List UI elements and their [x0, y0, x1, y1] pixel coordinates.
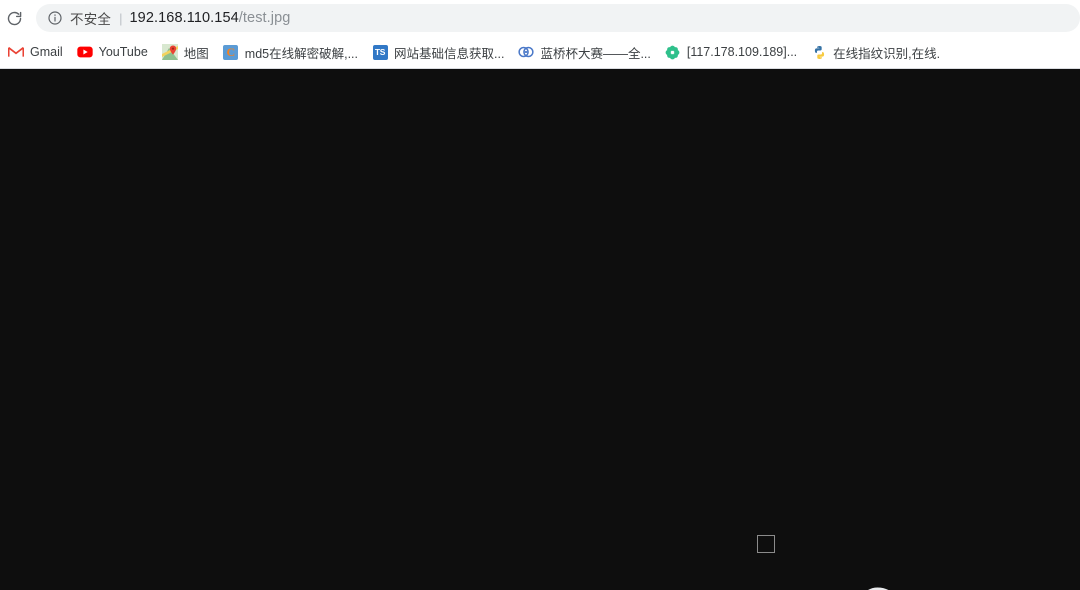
bookmark-label: 地图: [183, 46, 209, 61]
wechat-logo-icon: [860, 585, 912, 590]
browser-toolbar: 不安全 | 192.168.110.154/test.jpg: [0, 0, 1080, 36]
python-icon: [811, 44, 827, 60]
bookmark-label: 蓝桥杯大赛——全...: [540, 46, 651, 61]
bookmark-site-info[interactable]: TS 网站基础信息获取...: [366, 40, 510, 64]
bookmark-gmail[interactable]: Gmail: [2, 40, 69, 64]
gmail-icon: [8, 44, 24, 60]
md5-site-icon: C: [223, 44, 239, 60]
omnibox-separator: |: [119, 10, 123, 26]
info-circle-icon[interactable]: [46, 9, 64, 27]
url-host: 192.168.110.154: [129, 10, 239, 26]
broken-image-icon: [757, 535, 775, 553]
address-bar[interactable]: 不安全 | 192.168.110.154/test.jpg: [36, 4, 1080, 32]
url-path: /test.jpg: [238, 10, 291, 26]
bookmark-youtube[interactable]: YouTube: [71, 40, 154, 64]
green-flower-icon: [665, 44, 681, 60]
google-maps-icon: [161, 44, 178, 60]
reload-button[interactable]: [0, 4, 28, 32]
image-viewer-content: 猪猪谈安全 CSDN @程序员小5 CSDN @程序员云动128: [0, 68, 1080, 590]
youtube-icon: [76, 44, 93, 60]
bookmark-label: 在线指纹识别,在线.: [833, 46, 941, 61]
reload-icon: [6, 10, 23, 27]
bookmark-ip-address[interactable]: [117.178.109.189]...: [659, 40, 803, 64]
bookmark-label: 网站基础信息获取...: [394, 46, 505, 61]
browser-window: 不安全 | 192.168.110.154/test.jpg Gmail You…: [0, 0, 1080, 590]
bookmark-fingerprint[interactable]: 在线指纹识别,在线.: [805, 40, 946, 64]
ts-icon: TS: [372, 44, 388, 60]
bookmark-md5[interactable]: C md5在线解密破解,...: [217, 40, 364, 64]
bookmark-label: [117.178.109.189]...: [686, 45, 798, 59]
bookmarks-bar: Gmail YouTube 地图 C md5在线解密破解,... TS 网站基础…: [0, 36, 1080, 68]
bookmark-label: md5在线解密破解,...: [244, 46, 359, 61]
wechat-watermark: 猪猪谈安全: [860, 585, 1060, 590]
lanqiao-icon: [518, 44, 535, 60]
bookmark-label: Gmail: [30, 45, 63, 59]
security-status-label: 不安全: [70, 12, 112, 27]
bookmark-lanqiao[interactable]: 蓝桥杯大赛——全...: [512, 40, 656, 64]
bookmark-maps[interactable]: 地图: [156, 40, 215, 64]
url-text: 192.168.110.154/test.jpg: [130, 10, 291, 26]
bookmark-label: YouTube: [98, 45, 148, 59]
